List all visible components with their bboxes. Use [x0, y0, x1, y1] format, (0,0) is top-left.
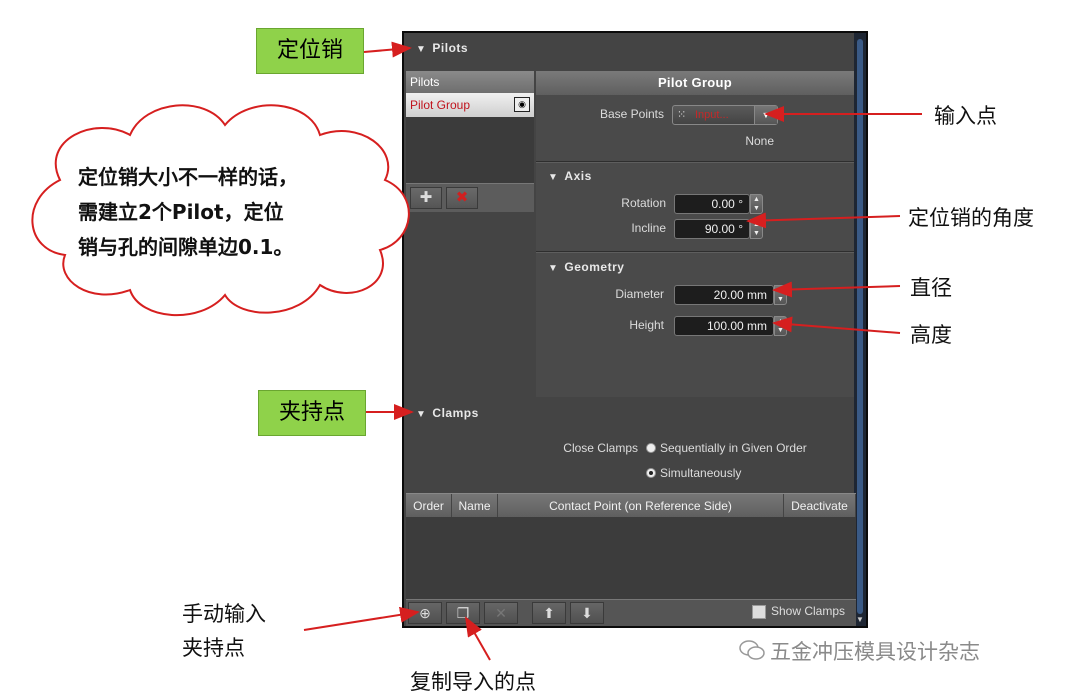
column-contact-point[interactable]: Contact Point (on Reference Side) [498, 494, 784, 518]
base-points-dropdown[interactable]: ⁙ Input... ▼ [672, 105, 778, 125]
diameter-label: Diameter [615, 287, 664, 301]
eye-icon[interactable]: ◉ [514, 97, 530, 112]
pilots-clamps-panel: ▼ ▼ Pilots Pilots Pilot Group ◉ ✚ ✖ Pilot… [402, 31, 868, 628]
cloud-callout-text: 定位销大小不一样的话， 需建立2个Pilot，定位 销与孔的间隙单边0.1。 [78, 160, 378, 265]
delete-icon: ✖ [455, 189, 469, 206]
delete-clamp-button[interactable]: ✕ [484, 602, 518, 624]
manual-input-note-line1: 手动输入 [182, 602, 266, 626]
diameter-note: 直径 [910, 276, 952, 300]
diameter-field[interactable]: 20.00 mm [674, 285, 774, 305]
rotation-label: Rotation [621, 196, 666, 210]
base-points-label: Base Points [599, 107, 664, 121]
close-clamps-label: Close Clamps [563, 441, 638, 455]
arrow-down-icon: ⬇ [581, 605, 593, 621]
pilot-annotation-box: 定位销 [256, 28, 364, 74]
divider [536, 251, 854, 253]
chevron-down-icon[interactable]: ▼ [754, 106, 777, 124]
copy-points-button[interactable]: ❐ [446, 602, 480, 624]
add-clamp-icon: ⊕ [419, 605, 431, 621]
radio-sequential[interactable] [646, 443, 656, 453]
incline-label: Incline [631, 221, 666, 235]
base-points-status: None [745, 134, 774, 148]
clamps-section-header[interactable]: ▼ Clamps [416, 406, 479, 420]
manual-input-note-line2: 夹持点 [182, 636, 245, 660]
cloud-line-2: 需建立2个Pilot，定位 [78, 200, 284, 224]
show-clamps-label: Show Clamps [771, 604, 846, 618]
column-name[interactable]: Name [452, 494, 498, 518]
height-label: Height [629, 318, 664, 332]
triangle-down-icon: ▼ [548, 172, 559, 183]
incline-spin-icon[interactable]: ▲ ▼ [750, 219, 763, 239]
triangle-down-icon: ▼ [548, 263, 559, 274]
copy-icon: ❐ [456, 605, 470, 621]
pin-angle-note: 定位销的角度 [908, 206, 1034, 230]
diameter-spin-icon[interactable]: ▲ ▼ [774, 285, 787, 305]
simultaneous-option-label: Simultaneously [660, 466, 742, 480]
points-icon: ⁙ [677, 109, 687, 121]
input-point-note: 输入点 [934, 104, 997, 128]
incline-field[interactable]: 90.00 ° [674, 219, 750, 239]
show-clamps-checkbox[interactable] [752, 605, 766, 619]
triangle-down-icon: ▼ [416, 44, 427, 55]
pilot-list-header: Pilots [406, 71, 534, 93]
cloud-line-1: 定位销大小不一样的话， [78, 165, 298, 189]
axis-section-header[interactable]: ▼ Axis [548, 169, 592, 183]
pilot-group-list-item[interactable]: Pilot Group ◉ [406, 93, 534, 117]
clamp-annotation-box: 夹持点 [258, 390, 366, 436]
rotation-field[interactable]: 0.00 ° [674, 194, 750, 214]
triangle-down-icon: ▼ [416, 409, 427, 420]
delete-pilot-button[interactable]: ✖ [446, 187, 478, 209]
clamps-table-body [406, 517, 856, 599]
add-clamp-button[interactable]: ⊕ [408, 602, 442, 624]
geometry-section-header[interactable]: ▼ Geometry [548, 260, 624, 274]
copy-imported-note: 复制导入的点 [410, 670, 536, 694]
pilot-group-properties: Pilot Group Base Points ⁙ Input... ▼ Non… [536, 71, 854, 397]
height-spin-icon[interactable]: ▲ ▼ [774, 316, 787, 336]
pilot-list: Pilots Pilot Group ◉ [406, 71, 534, 183]
cloud-line-3: 销与孔的间隙单边0.1。 [78, 235, 294, 259]
move-down-button[interactable]: ⬇ [570, 602, 604, 624]
column-deactivate[interactable]: Deactivate [784, 494, 856, 518]
clamps-toolbar: ⊕ ❐ ✕ ⬆ ⬇ Show Clamps [406, 599, 856, 626]
pilot-list-toolbar: ✚ ✖ [406, 183, 534, 212]
watermark-text: 五金冲压模具设计杂志 [770, 640, 980, 664]
height-field[interactable]: 100.00 mm [674, 316, 774, 336]
add-pilot-button[interactable]: ✚ [410, 187, 442, 209]
sequential-option-label: Sequentially in Given Order [660, 441, 807, 455]
add-pilot-icon: ✚ [419, 189, 433, 206]
column-order[interactable]: Order [406, 494, 452, 518]
wechat-icon [739, 640, 765, 660]
arrow-up-icon: ⬆ [543, 605, 555, 621]
height-note: 高度 [910, 323, 952, 347]
move-up-button[interactable]: ⬆ [532, 602, 566, 624]
radio-simultaneous[interactable] [646, 468, 656, 478]
clamps-table-header: Order Name Contact Point (on Reference S… [406, 493, 856, 518]
pilots-section-header[interactable]: ▼ Pilots [416, 41, 468, 55]
manual-input-arrow [303, 606, 420, 631]
rotation-spin-icon[interactable]: ▲ ▼ [750, 194, 763, 214]
scrollbar-thumb[interactable] [857, 39, 863, 614]
delete-icon: ✕ [495, 605, 507, 621]
divider [536, 161, 854, 163]
pilot-group-title: Pilot Group [536, 71, 854, 95]
